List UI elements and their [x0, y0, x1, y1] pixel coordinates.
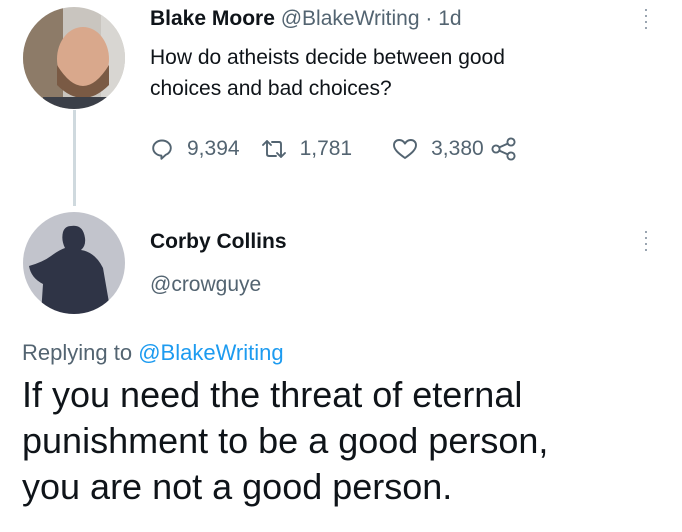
- retweet-icon: [261, 140, 286, 158]
- tweet-text-line: How do atheists decide between good: [150, 46, 505, 69]
- retweet-count: 1,781: [299, 137, 353, 160]
- avatar-photo-icon: [23, 7, 125, 109]
- tweet-actions: 9,394 1,781 3,380: [150, 134, 518, 164]
- reply-author-name[interactable]: Corby Collins: [150, 230, 287, 254]
- more-options-icon[interactable]: · · · ·: [641, 222, 651, 258]
- author-name[interactable]: Blake Moore: [150, 7, 275, 30]
- thread-line: [73, 110, 76, 206]
- avatar-blake-moore[interactable]: [23, 7, 125, 109]
- retweet-action[interactable]: 1,781: [259, 137, 353, 161]
- replying-to-mention[interactable]: @BlakeWriting: [138, 340, 283, 365]
- replying-to-line: Replying to @BlakeWriting: [22, 340, 284, 366]
- like-action[interactable]: 3,380: [392, 137, 484, 161]
- reply-bubble-icon: [152, 139, 172, 160]
- reply-text: If you need the threat of eternal punish…: [22, 372, 548, 510]
- share-nodes-icon: [491, 137, 516, 161]
- tweet-text: How do atheists decide between good choi…: [150, 42, 650, 104]
- reply-author-handle[interactable]: @crowguye: [150, 273, 261, 297]
- silhouette-avatar-icon: [23, 212, 125, 314]
- more-options-icon[interactable]: · · · ·: [641, 0, 651, 36]
- reply-text-line: you are not a good person.: [22, 466, 453, 507]
- author-handle[interactable]: @BlakeWriting: [281, 7, 420, 30]
- like-count: 3,380: [431, 137, 484, 160]
- reply-action[interactable]: 9,394: [150, 137, 240, 161]
- share-action[interactable]: [490, 137, 518, 161]
- tweet-time[interactable]: · 1d: [425, 7, 461, 30]
- tweet-text-line: choices and bad choices?: [150, 77, 392, 100]
- reply-text-line: If you need the threat of eternal: [22, 374, 523, 415]
- reply-count: 9,394: [187, 137, 240, 160]
- replying-to-label: Replying to: [22, 340, 133, 365]
- reply-text-line: punishment to be a good person,: [22, 420, 549, 461]
- avatar-corby-collins[interactable]: [23, 212, 125, 314]
- heart-icon: [393, 139, 418, 159]
- tweet-header: Blake Moore @BlakeWriting · 1d: [150, 7, 462, 31]
